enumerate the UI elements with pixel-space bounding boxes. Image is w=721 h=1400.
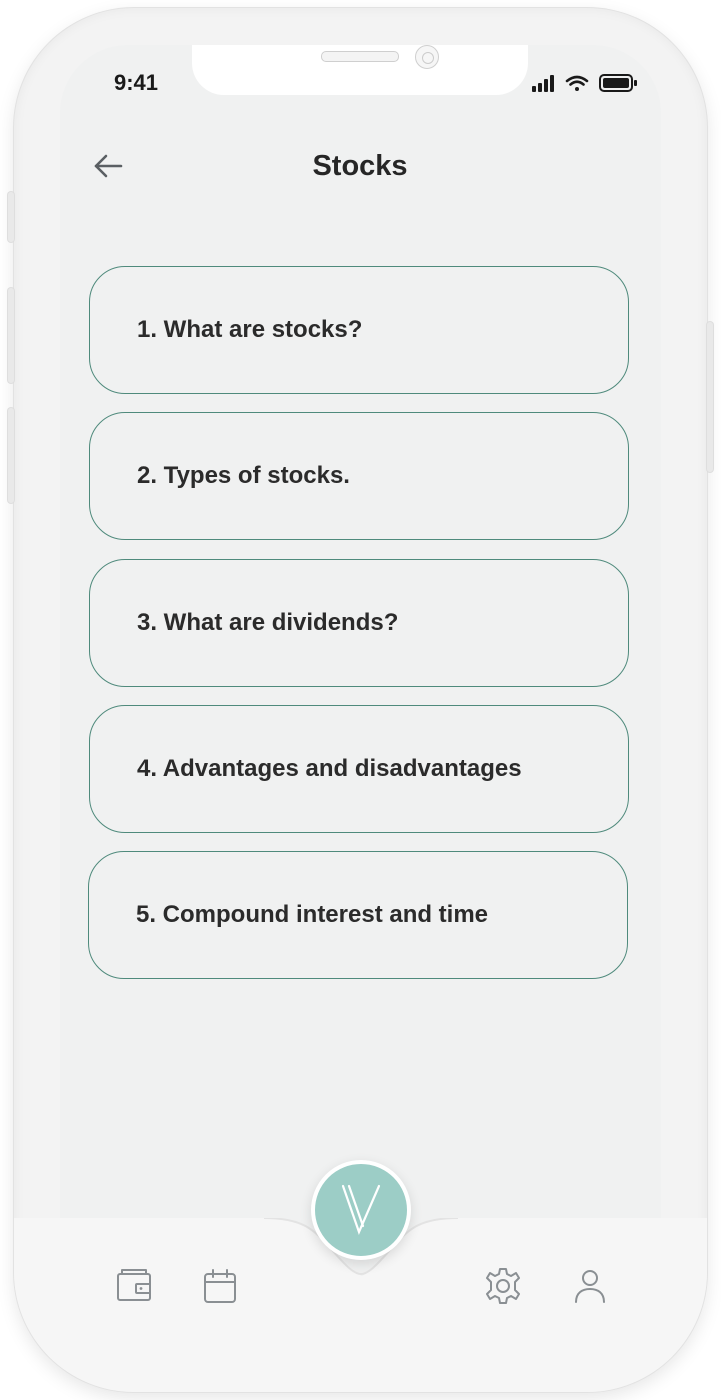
topic-label: 5. Compound interest and time <box>136 901 489 928</box>
battery-icon <box>599 74 637 92</box>
topic-card-1[interactable]: 1. What are stocks? <box>89 266 629 394</box>
speaker <box>321 51 399 62</box>
topic-card-3[interactable]: 3. What are dividends? <box>89 559 629 687</box>
silent-switch <box>8 192 14 242</box>
status-time: 9:41 <box>114 70 159 95</box>
front-camera <box>415 45 439 69</box>
gear-icon <box>486 1268 520 1304</box>
tab-profile[interactable] <box>570 1266 610 1306</box>
tab-settings[interactable] <box>483 1266 523 1306</box>
topic-label: 1. What are stocks? <box>137 316 363 343</box>
topic-label: 4. Advantages and disadvantages <box>137 755 522 782</box>
signal-icon <box>532 75 554 92</box>
logo-icon <box>341 1184 381 1236</box>
topic-label: 2. Types of stocks. <box>137 462 350 489</box>
volume-down-button <box>8 408 14 503</box>
power-button <box>707 322 713 472</box>
arrow-left-icon <box>94 154 123 178</box>
topic-card-2[interactable]: 2. Types of stocks. <box>89 412 629 540</box>
volume-up-button <box>8 288 14 383</box>
wifi-icon <box>565 75 589 91</box>
tab-wallet[interactable] <box>114 1266 154 1306</box>
home-logo-button[interactable] <box>311 1160 411 1260</box>
topic-card-5[interactable]: 5. Compound interest and time <box>88 851 628 979</box>
screen <box>60 45 661 1345</box>
back-button[interactable] <box>90 148 126 184</box>
calendar-icon <box>204 1269 236 1303</box>
user-icon <box>575 1270 605 1303</box>
status-icons <box>532 74 637 92</box>
topic-label: 3. What are dividends? <box>137 609 399 636</box>
tab-calendar[interactable] <box>200 1266 240 1306</box>
wallet-icon <box>117 1269 151 1301</box>
topic-card-4[interactable]: 4. Advantages and disadvantages <box>89 705 629 833</box>
page-title: Stocks <box>312 150 408 182</box>
